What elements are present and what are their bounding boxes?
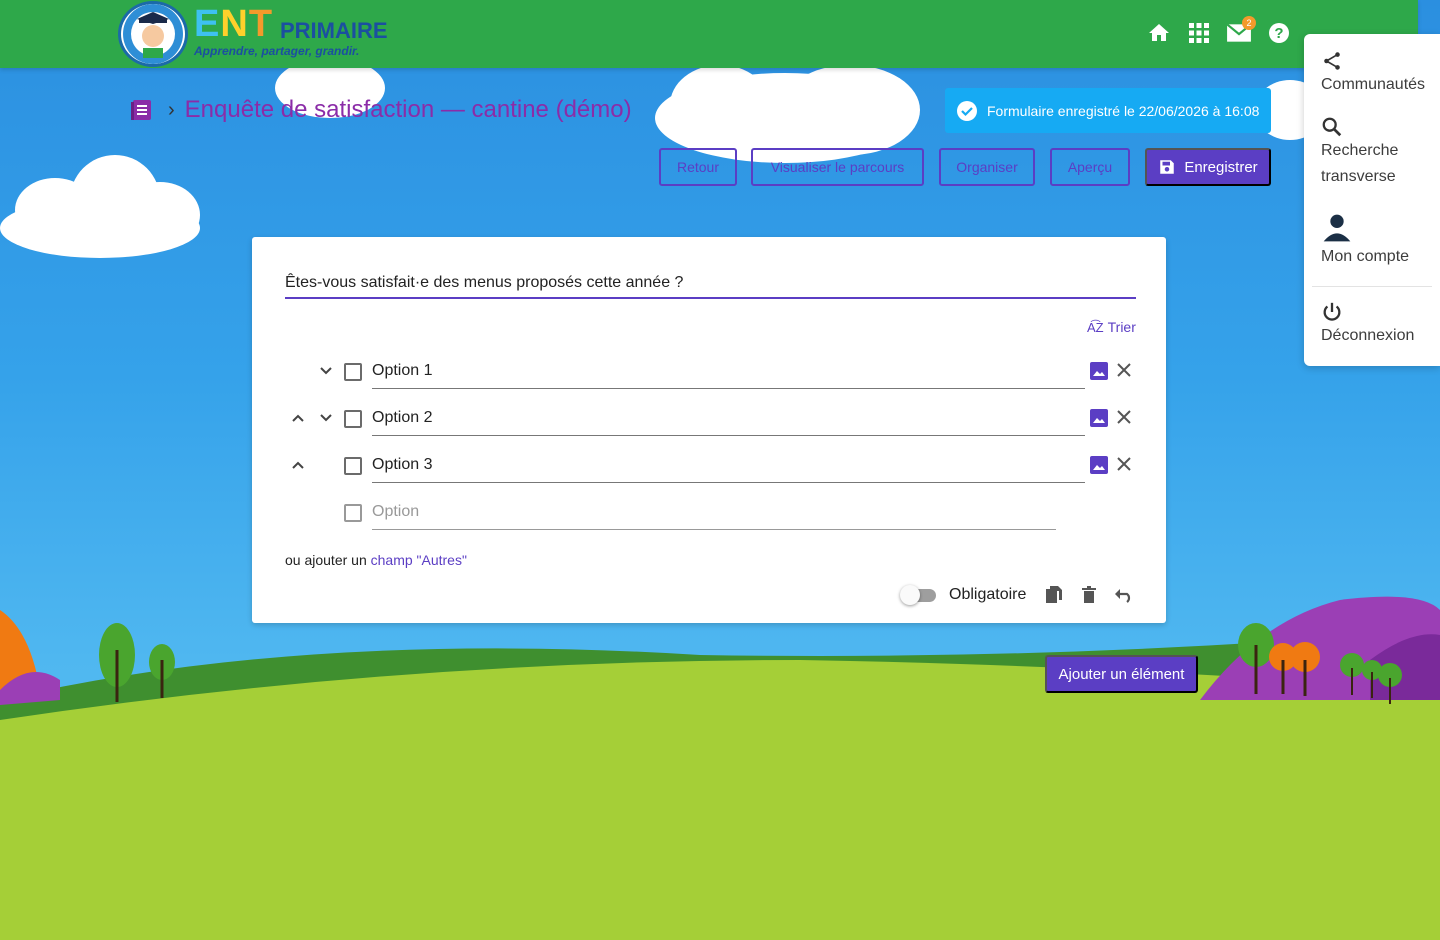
saved-notification-text: Formulaire enregistré le 22/06/2026 à 16…	[987, 102, 1260, 119]
option-input[interactable]: Option 2	[372, 400, 1085, 436]
save-icon	[1160, 160, 1175, 174]
logo[interactable]: ENT PRIMAIRE Apprendre, partager, grandi…	[194, 3, 388, 58]
user-side-menu: Communautés Recherche transverse Mon com…	[1304, 34, 1440, 366]
add-others-text: ou ajouter un champ "Autres"	[285, 552, 467, 568]
breadcrumb-chevron-icon: ›	[168, 98, 175, 121]
delete-option-icon[interactable]	[1115, 408, 1133, 431]
page-title: Enquête de satisfaction — cantine (démo)	[184, 96, 632, 123]
home-icon[interactable]	[1146, 20, 1172, 46]
back-button[interactable]: Retour	[659, 148, 737, 186]
question-title-input[interactable]: Êtes-vous satisfait·e des menus proposés…	[285, 271, 1136, 299]
mail-count-badge: 2	[1242, 16, 1256, 30]
view-path-button[interactable]: Visualiser le parcours	[751, 148, 924, 186]
side-menu-communautes[interactable]: Communautés	[1321, 50, 1425, 98]
mascot-icon	[123, 4, 183, 64]
save-button[interactable]: Enregistrer	[1145, 148, 1271, 186]
image-icon[interactable]	[1089, 455, 1109, 480]
svg-text:?: ?	[1274, 25, 1283, 42]
undo-icon[interactable]	[1114, 585, 1134, 605]
preview-button[interactable]: Aperçu	[1050, 148, 1130, 186]
required-label: Obligatoire	[949, 586, 1027, 603]
option-row: Option 2	[285, 400, 1155, 440]
mail-icon[interactable]: 2	[1226, 16, 1256, 46]
top-bar: ENT PRIMAIRE Apprendre, partager, grandi…	[0, 0, 1418, 68]
image-icon[interactable]	[1089, 408, 1109, 433]
logo-tagline: Apprendre, partager, grandir.	[194, 44, 360, 58]
side-menu-label: Mon compte	[1321, 248, 1410, 265]
option-checkbox	[344, 504, 362, 522]
image-icon[interactable]	[1089, 361, 1109, 386]
add-others-prefix: ou ajouter un	[285, 552, 371, 568]
power-icon	[1323, 302, 1341, 321]
option-row: Option 1	[285, 353, 1155, 393]
side-menu-mon-compte[interactable]: Mon compte	[1321, 212, 1409, 270]
help-icon[interactable]: ?	[1266, 20, 1292, 46]
option-checkbox[interactable]	[344, 457, 362, 475]
required-toggle[interactable]	[900, 585, 936, 605]
search-icon	[1322, 117, 1342, 137]
side-menu-divider	[1312, 286, 1432, 287]
save-button-label: Enregistrer	[1184, 158, 1258, 176]
move-down-icon[interactable]	[316, 408, 336, 428]
delete-option-icon[interactable]	[1115, 455, 1133, 478]
top-icons: 2 ?	[1146, 16, 1292, 46]
question-card: Êtes-vous satisfait·e des menus proposés…	[252, 237, 1166, 623]
form-icon[interactable]	[130, 97, 154, 123]
new-option-row: Option	[285, 494, 1155, 534]
sort-az-icon: A͡Z	[1087, 319, 1104, 335]
move-up-icon[interactable]	[288, 408, 308, 428]
account-icon	[1323, 214, 1351, 242]
move-down-icon[interactable]	[316, 361, 336, 381]
delete-option-icon[interactable]	[1115, 361, 1133, 384]
sort-button[interactable]: A͡Z Trier	[1087, 319, 1136, 335]
option-input[interactable]: Option 1	[372, 353, 1085, 389]
side-menu-label: Recherche transverse	[1321, 142, 1399, 185]
side-menu-label: Communautés	[1321, 76, 1426, 93]
new-option-input[interactable]: Option	[372, 494, 1056, 530]
logo-primaire: PRIMAIRE	[280, 18, 388, 43]
apps-grid-icon[interactable]	[1186, 20, 1212, 46]
sort-label: Trier	[1107, 319, 1136, 335]
duplicate-icon[interactable]	[1044, 585, 1064, 605]
logo-ent: ENT	[194, 3, 274, 45]
option-row: Option 3	[285, 447, 1155, 487]
share-icon	[1324, 52, 1340, 70]
add-element-button[interactable]: Ajouter un élément	[1045, 655, 1198, 693]
add-others-link[interactable]: champ "Autres"	[371, 552, 467, 568]
option-checkbox[interactable]	[344, 410, 362, 428]
trash-icon[interactable]	[1079, 585, 1099, 605]
option-checkbox[interactable]	[344, 363, 362, 381]
breadcrumb: › Enquête de satisfaction — cantine (dém…	[130, 96, 632, 124]
saved-notification: Formulaire enregistré le 22/06/2026 à 16…	[945, 88, 1271, 133]
side-menu-recherche[interactable]: Recherche transverse	[1321, 116, 1431, 190]
check-circle-icon	[957, 100, 977, 121]
logo-mascot[interactable]	[118, 1, 188, 67]
organize-button[interactable]: Organiser	[939, 148, 1035, 186]
side-menu-deconnexion[interactable]: Déconnexion	[1321, 301, 1414, 349]
question-footer: Obligatoire	[900, 585, 1149, 605]
option-input[interactable]: Option 3	[372, 447, 1085, 483]
side-menu-label: Déconnexion	[1321, 327, 1415, 344]
move-up-icon[interactable]	[288, 455, 308, 475]
